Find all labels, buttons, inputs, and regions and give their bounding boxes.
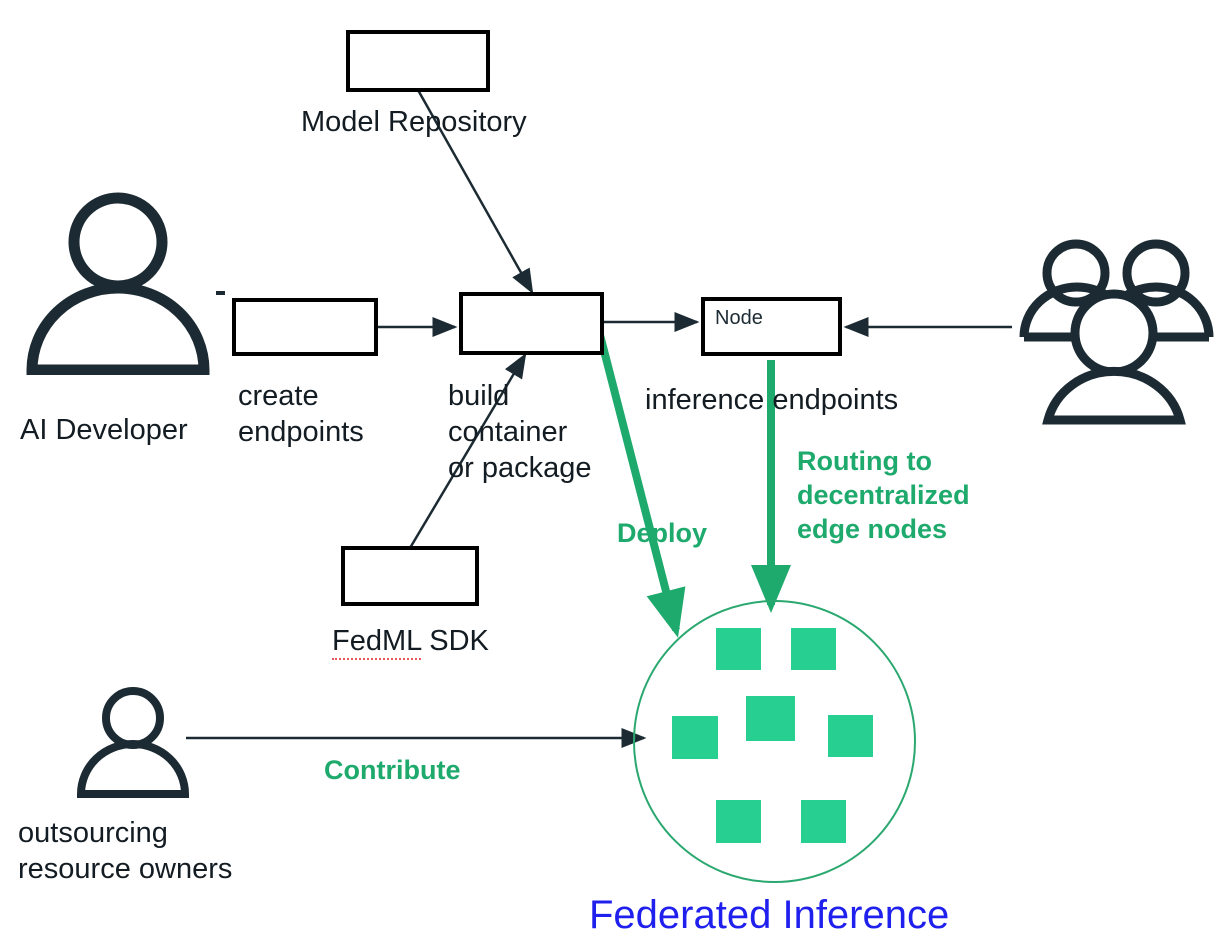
cluster-node-2	[791, 628, 836, 670]
label-sdk-rest: SDK	[421, 625, 489, 657]
label-fedml-sdk: FedML SDK	[332, 623, 632, 660]
box-node-text: Node	[715, 307, 763, 329]
page-title: Federated Inference	[589, 893, 950, 937]
cluster-node-3	[746, 696, 795, 741]
diagram-canvas: Model Repository create endpoints build …	[0, 0, 1228, 948]
cluster-node-5	[828, 715, 873, 757]
resource-owner-icon	[72, 686, 194, 798]
box-build-container[interactable]	[459, 292, 604, 355]
label-resource-owners: outsourcing resource owners	[18, 817, 233, 885]
label-fedml-misspelled: FedML	[332, 625, 422, 660]
label-ai-developer: AI Developer	[20, 414, 188, 446]
label-model-repository: Model Repository	[301, 106, 527, 138]
box-fedml-sdk[interactable]	[341, 546, 479, 606]
box-model-repository[interactable]	[346, 30, 490, 92]
cluster-node-7	[801, 800, 846, 843]
cluster-node-1	[716, 628, 761, 670]
label-contribute: Contribute	[324, 755, 461, 785]
box-create-endpoints[interactable]	[232, 298, 378, 356]
label-build-container: build container or package	[448, 380, 592, 484]
developer-tick-mark	[216, 291, 225, 295]
box-node[interactable]: Node	[701, 297, 842, 356]
people-group-icon	[1010, 236, 1218, 426]
label-deploy: Deploy	[617, 518, 708, 548]
ai-developer-icon	[18, 190, 218, 376]
label-inference-endpoints: inference endpoints	[645, 384, 899, 416]
label-routing: Routing to decentralized edge nodes	[797, 446, 970, 544]
cluster-node-6	[716, 800, 761, 843]
cluster-node-4	[672, 716, 718, 759]
